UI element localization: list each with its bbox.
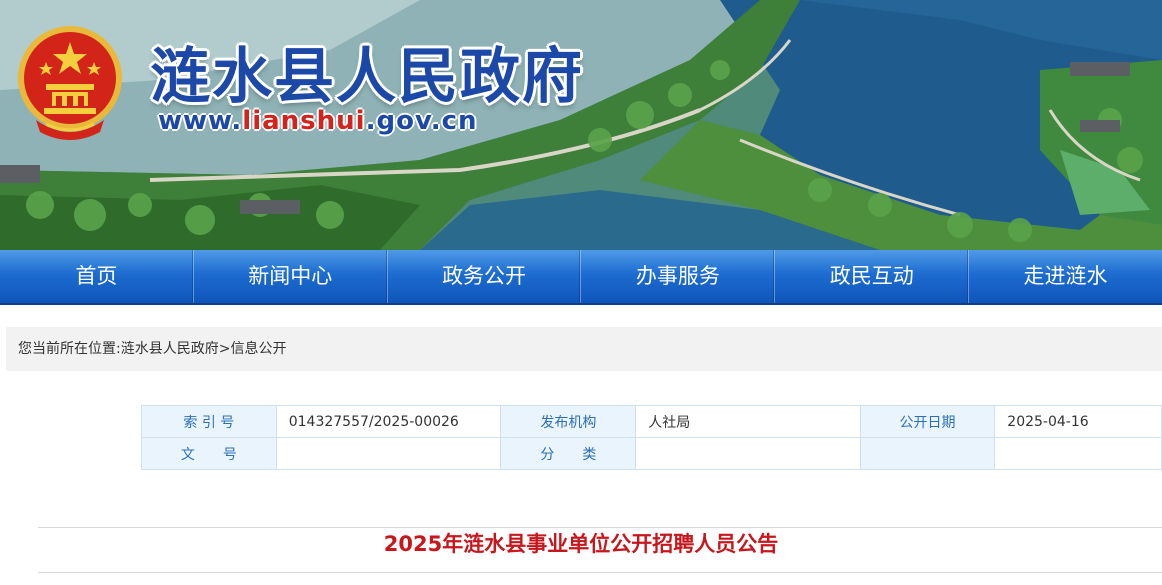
breadcrumb-prefix: 您当前所在位置:	[18, 341, 121, 357]
empty-label-cell	[859, 437, 996, 470]
publisher-value: 人社局	[635, 405, 861, 438]
site-title: 涟水县人民政府	[150, 42, 584, 112]
article-title: 2025年涟水县事业单位公开招聘人员公告	[383, 532, 779, 556]
document-info-table: 索 引 号 014327557/2025-00026 发布机构 人社局 公开日期…	[141, 405, 1162, 470]
index-number-label: 索 引 号	[141, 405, 277, 438]
index-number-value: 014327557/2025-00026	[275, 405, 502, 438]
site-url-prefix: www.	[158, 106, 243, 136]
nav-item-news-center[interactable]: 新闻中心	[194, 250, 388, 303]
nav-item-government-affairs[interactable]: 政务公开	[388, 250, 582, 303]
category-label: 分 类	[500, 437, 637, 470]
nav-item-about-lianshui[interactable]: 走进涟水	[969, 250, 1162, 303]
national-emblem-icon	[18, 26, 122, 140]
document-number-value	[275, 437, 502, 470]
breadcrumb-link-info-public[interactable]: 信息公开	[230, 341, 286, 357]
breadcrumb-link-home[interactable]: 涟水县人民政府	[121, 341, 219, 357]
header-banner: 涟水县人民政府 www.lianshui.gov.cn	[0, 0, 1162, 250]
main-nav: 首页 新闻中心 政务公开 办事服务 政民互动 走进涟水	[0, 250, 1162, 305]
category-value	[635, 437, 861, 470]
breadcrumb-separator: >	[218, 341, 231, 357]
nav-item-services[interactable]: 办事服务	[581, 250, 776, 303]
table-row: 文 号 分 类	[141, 437, 1162, 470]
title-divider-bottom	[38, 572, 1162, 573]
nav-item-home[interactable]: 首页	[0, 250, 194, 303]
site-url[interactable]: www.lianshui.gov.cn	[158, 106, 478, 136]
document-number-label: 文 号	[141, 437, 277, 470]
nav-item-public-interaction[interactable]: 政民互动	[775, 250, 970, 303]
site-url-suffix: .gov.cn	[365, 106, 478, 136]
publisher-label: 发布机构	[500, 405, 637, 438]
empty-value-cell	[994, 437, 1162, 470]
breadcrumb: 您当前所在位置:涟水县人民政府>信息公开	[6, 327, 1162, 371]
site-url-domain: lianshui	[242, 106, 366, 136]
publish-date-label: 公开日期	[859, 405, 996, 438]
table-row: 索 引 号 014327557/2025-00026 发布机构 人社局 公开日期…	[141, 405, 1162, 438]
publish-date-value: 2025-04-16	[994, 405, 1162, 438]
